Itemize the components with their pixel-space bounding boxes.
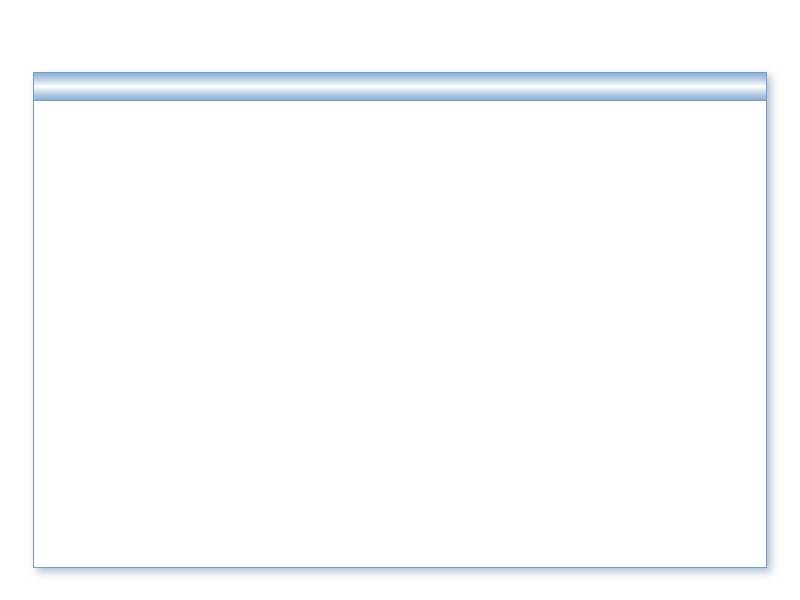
main-panel: [33, 72, 767, 568]
panel-content-area: [34, 101, 766, 567]
panel-header-bar: [34, 73, 766, 101]
